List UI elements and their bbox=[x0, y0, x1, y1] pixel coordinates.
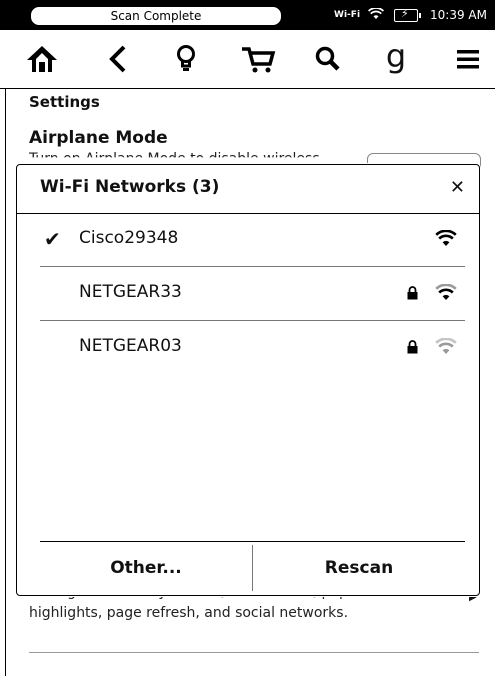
top-toolbar: g bbox=[0, 30, 495, 89]
dialog-title: Wi-Fi Networks (3) bbox=[40, 177, 220, 197]
wifi-signal-strong-icon bbox=[435, 229, 457, 251]
network-name: NETGEAR33 bbox=[79, 282, 182, 302]
page-edge bbox=[5, 88, 6, 676]
back-icon[interactable] bbox=[96, 40, 140, 78]
status-indicators: Wi-Fi ⚡ 10:39 AM bbox=[334, 0, 487, 30]
cart-icon[interactable] bbox=[236, 40, 280, 78]
battery-charging-icon: ⚡ bbox=[394, 7, 422, 22]
lock-icon bbox=[407, 285, 418, 304]
goodreads-icon[interactable]: g bbox=[374, 40, 418, 78]
wifi-signal-weak-icon bbox=[435, 337, 457, 359]
wifi-networks-dialog: Wi-Fi Networks (3) ✕ ✔ Cisco29348 NETGEA… bbox=[16, 164, 480, 596]
other-button[interactable]: Other... bbox=[40, 542, 252, 594]
rescan-button[interactable]: Rescan bbox=[253, 542, 465, 594]
network-row-netgear03[interactable]: NETGEAR03 bbox=[40, 321, 465, 374]
status-message: Scan Complete bbox=[30, 6, 282, 26]
dialog-footer: Other... Rescan bbox=[40, 541, 465, 594]
dialog-header: Wi-Fi Networks (3) ✕ bbox=[17, 165, 479, 214]
status-bar: Scan Complete Wi-Fi ⚡ 10:39 AM bbox=[0, 0, 495, 30]
checkmark-icon: ✔ bbox=[44, 227, 61, 251]
network-row-netgear33[interactable]: NETGEAR33 bbox=[40, 267, 465, 321]
description-line-2: highlights, page refresh, and social net… bbox=[29, 605, 349, 621]
close-icon[interactable]: ✕ bbox=[450, 177, 465, 198]
home-icon[interactable] bbox=[20, 40, 64, 78]
divider bbox=[29, 652, 479, 653]
search-icon[interactable] bbox=[306, 40, 350, 78]
menu-icon[interactable] bbox=[446, 40, 490, 78]
wifi-signal-strong-icon bbox=[435, 283, 457, 305]
clock: 10:39 AM bbox=[430, 8, 487, 22]
airplane-mode-title[interactable]: Airplane Mode bbox=[29, 128, 168, 148]
wifi-status-icon bbox=[368, 6, 385, 23]
wifi-label: Wi-Fi bbox=[334, 10, 361, 20]
network-row-cisco29348[interactable]: ✔ Cisco29348 bbox=[40, 213, 465, 267]
network-name: NETGEAR03 bbox=[79, 336, 182, 356]
page-title: Settings bbox=[29, 93, 100, 111]
goodreads-glyph: g bbox=[385, 37, 407, 75]
lightbulb-icon[interactable] bbox=[164, 40, 208, 78]
lock-icon bbox=[407, 339, 418, 358]
network-name: Cisco29348 bbox=[79, 228, 179, 248]
